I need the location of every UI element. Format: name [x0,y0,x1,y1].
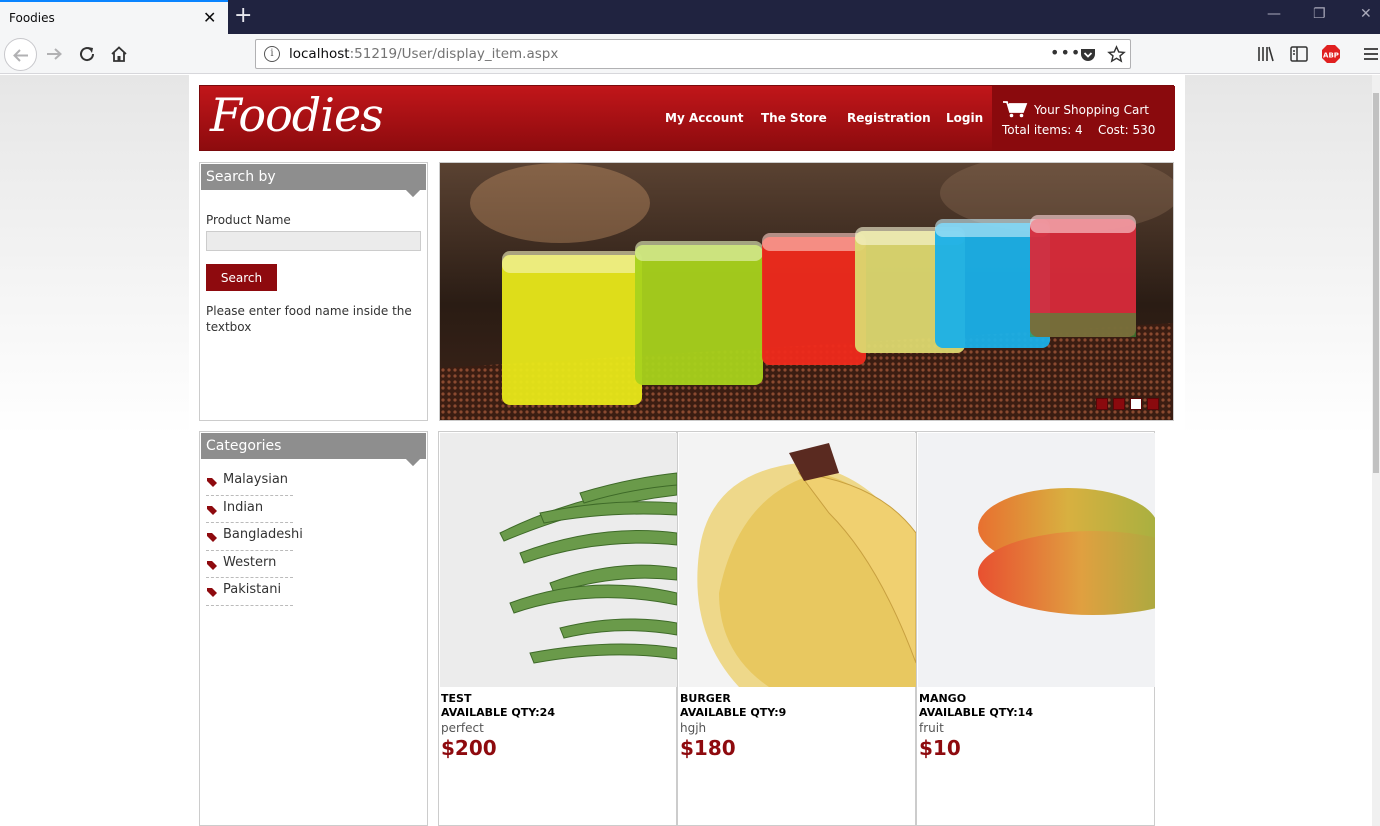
cart-title: Your Shopping Cart [1034,103,1149,117]
panel-notch [405,451,421,467]
product-qty: AVAILABLE QTY:14 [919,706,1033,719]
slider-dots [1096,398,1159,410]
url-path: :51219/User/display_item.aspx [349,46,559,62]
search-panel-header: Search by [201,164,426,198]
product-name: TEST [441,692,472,705]
window-close-icon[interactable]: ✕ [1360,6,1372,22]
search-button[interactable]: Search [206,264,277,291]
page-background: Foodies My Account The Store Registratio… [0,75,1372,826]
forward-arrow-icon[interactable] [42,42,66,66]
product-price: $200 [441,736,497,760]
nav-login[interactable]: Login [946,111,983,125]
browser-tab[interactable]: Foodies ✕ [0,0,228,34]
category-item[interactable]: Western [206,551,293,578]
restore-icon[interactable]: ❐ [1313,6,1326,22]
sidebar-icon[interactable] [1290,46,1308,62]
slider-dot[interactable] [1147,398,1159,410]
menu-icon[interactable] [1363,46,1379,62]
product-image-mango[interactable] [918,433,1155,687]
tag-icon [207,588,217,597]
panel-notch [405,182,421,198]
site-logo[interactable]: Foodies [210,88,384,142]
category-item[interactable]: Malaysian [206,468,293,496]
category-list: Malaysian Indian Bangladeshi Western Pak… [206,468,303,606]
pocket-icon[interactable] [1079,46,1097,64]
product-qty: AVAILABLE QTY:24 [441,706,555,719]
page-scrollbar[interactable] [1372,75,1380,826]
scrollbar-thumb[interactable] [1373,93,1379,473]
product-grid: TEST AVAILABLE QTY:24 perfect $200 BURGE… [438,431,1156,826]
category-item[interactable]: Indian [206,496,293,523]
page-actions-icon[interactable]: ••• [1050,43,1081,62]
categories-panel: Categories Malaysian Indian Bangladeshi [199,431,428,826]
svg-text:ABP: ABP [1323,52,1339,60]
home-icon[interactable] [107,42,131,66]
product-card[interactable]: MANGO AVAILABLE QTY:14 fruit $10 [916,431,1155,826]
adblock-icon[interactable]: ABP [1321,44,1341,64]
new-tab-icon[interactable]: + [234,4,252,28]
product-description: hgjh [680,721,707,735]
tag-icon [207,478,217,487]
category-item[interactable]: Bangladeshi [206,523,303,551]
category-item[interactable]: Pakistani [206,578,293,606]
search-hint: Please enter food name inside the textbo… [206,304,412,334]
browser-tab-bar: Foodies ✕ + — ❐ ✕ [0,0,1380,34]
product-name-label: Product Name [206,213,291,227]
product-name: BURGER [680,692,731,705]
browser-nav-bar: i localhost:51219/User/display_item.aspx… [0,34,1380,74]
back-button[interactable] [4,38,37,71]
library-icon[interactable] [1257,46,1275,62]
tag-icon [207,505,217,515]
url-bar[interactable]: i localhost:51219/User/display_item.aspx… [255,39,1131,69]
cart-summary: Total items: 4 Cost: 530 [1002,123,1156,137]
url-host: localhost [289,46,350,62]
site-container: Foodies My Account The Store Registratio… [189,75,1185,826]
category-label: Indian [223,499,264,515]
slider-dot-active[interactable] [1130,398,1142,410]
search-panel: Search by Product Name Search Please ent… [199,162,428,421]
product-card[interactable]: BURGER AVAILABLE QTY:9 hgjh $180 [677,431,916,826]
slider-dot[interactable] [1096,398,1108,410]
tab-close-icon[interactable]: ✕ [203,9,216,27]
tag-icon [207,560,217,570]
site-info-icon[interactable]: i [264,46,280,62]
bookmark-star-icon[interactable] [1107,45,1126,64]
nav-the-store[interactable]: The Store [761,111,827,125]
category-label: Pakistani [223,582,282,597]
minimize-icon[interactable]: — [1267,6,1281,22]
categories-panel-title: Categories [206,438,282,454]
drinks-slide-image [440,163,1173,420]
product-image-bananas[interactable] [679,433,916,687]
slider-dot[interactable] [1113,398,1125,410]
nav-registration[interactable]: Registration [847,111,931,125]
product-name-input[interactable] [206,231,421,251]
site-header: Foodies My Account The Store Registratio… [199,85,1175,151]
tab-title: Foodies [9,11,55,25]
shopping-cart[interactable]: Your Shopping Cart Total items: 4 Cost: … [992,86,1175,150]
categories-panel-header: Categories [201,433,426,467]
search-panel-title: Search by [206,169,276,185]
product-image-green-beans[interactable] [440,433,677,687]
product-card[interactable]: TEST AVAILABLE QTY:24 perfect $200 [438,431,677,826]
nav-my-account[interactable]: My Account [665,111,744,125]
cart-icon [1003,101,1028,118]
product-description: fruit [919,721,944,735]
category-label: Malaysian [223,472,289,487]
product-qty: AVAILABLE QTY:9 [680,706,787,719]
tag-icon [207,533,217,542]
image-slider[interactable] [439,162,1174,421]
back-arrow-icon [13,49,28,62]
product-name: MANGO [919,692,967,705]
product-description: perfect [441,721,484,735]
url-text[interactable]: localhost:51219/User/display_item.aspx [289,46,558,62]
product-price: $180 [680,736,736,760]
category-label: Bangladeshi [223,527,303,542]
reload-icon[interactable] [75,42,99,66]
product-price: $10 [919,736,961,760]
category-label: Western [223,554,277,570]
